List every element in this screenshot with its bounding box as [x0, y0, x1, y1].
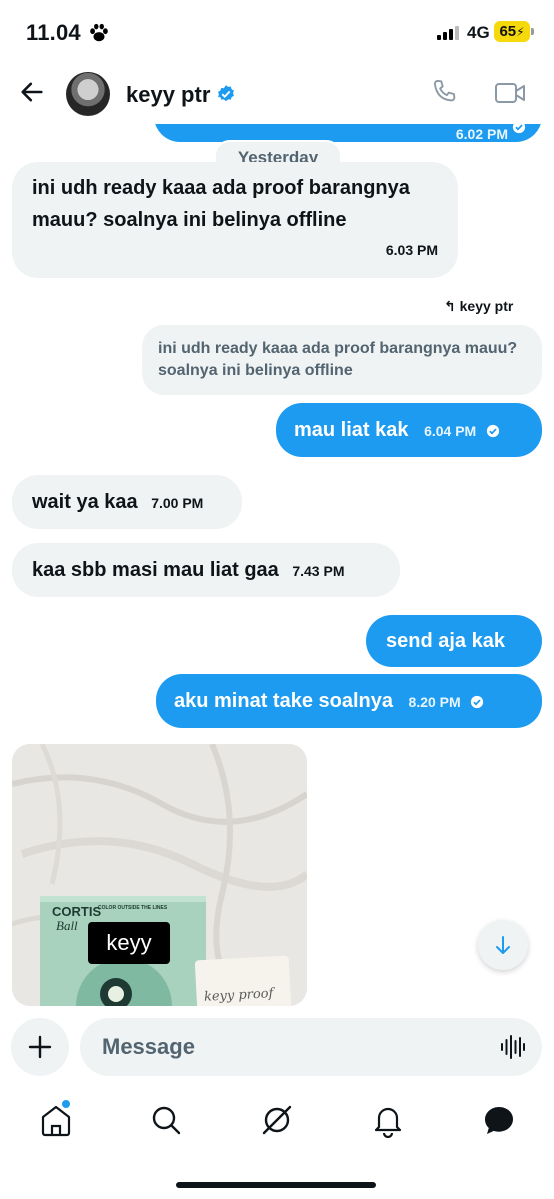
box-subtitle: Ball [56, 918, 78, 933]
message-bubble-incoming[interactable]: wait ya kaa 7.00 PM [12, 475, 242, 529]
reply-to-name: keyy ptr [459, 298, 514, 314]
message-text: send aja kak [386, 630, 505, 652]
verified-badge-icon [218, 85, 234, 102]
message-bubble-outgoing[interactable]: mau liat kak 6.04 PM [276, 403, 542, 457]
charging-icon: ⚡ [516, 25, 525, 39]
phone-icon[interactable] [430, 78, 458, 106]
arrow-down-icon [496, 936, 510, 954]
notification-dot [62, 1100, 70, 1108]
signal-icon [437, 26, 459, 40]
network-type: 4G [467, 23, 490, 42]
message-time: 8.20 PM [408, 694, 461, 710]
scroll-to-bottom-button[interactable] [478, 920, 528, 970]
box-brand: CORTIS [52, 904, 102, 919]
message-text: aku minat take soalnya [174, 690, 393, 712]
message-time: 7.00 PM [151, 495, 204, 511]
battery-tip [531, 28, 534, 35]
add-attachment-button[interactable] [11, 1018, 69, 1076]
read-check-icon [486, 424, 499, 438]
image-message[interactable]: CORTIS COLOR OUTSIDE THE LINES Ball keyy… [12, 744, 307, 1006]
photo-cloth-background [12, 744, 307, 1006]
read-check-icon [471, 695, 484, 709]
plus-icon [28, 1035, 52, 1059]
message-time: 7.43 PM [292, 563, 345, 579]
message-text: wait ya kaa [32, 491, 138, 513]
message-bubble-incoming[interactable]: ini udh ready kaaa ada proof barangnya m… [12, 162, 458, 278]
contact-name[interactable]: keyy ptr [126, 82, 210, 108]
paw-icon [90, 23, 108, 42]
contact-avatar[interactable] [66, 72, 110, 116]
search-icon[interactable] [148, 1102, 184, 1138]
reply-to-label: ↰ keyy ptr [444, 298, 513, 315]
messages-icon[interactable] [481, 1102, 517, 1138]
video-icon[interactable] [494, 80, 526, 106]
message-time: 6.04 PM [424, 423, 477, 439]
message-bubble-outgoing[interactable]: aku minat take soalnya 8.20 PM [156, 674, 542, 728]
box-tagline: COLOR OUTSIDE THE LINES [98, 905, 168, 911]
battery-indicator: 65⚡ [494, 21, 530, 42]
message-time: 6.03 PM [385, 242, 438, 258]
back-arrow-icon[interactable] [18, 78, 46, 106]
bell-icon[interactable] [370, 1102, 406, 1138]
sticker-label: keyy [88, 922, 170, 964]
message-text: kaa sbb masi mau liat gaa [32, 559, 279, 581]
battery-level: 65 [499, 23, 517, 40]
message-bubble-incoming[interactable]: kaa sbb masi mau liat gaa 7.43 PM [12, 543, 400, 597]
voice-icon[interactable] [500, 1034, 526, 1060]
message-text: ini udh ready kaaa ada proof barangnya m… [32, 177, 410, 231]
home-indicator [176, 1182, 376, 1188]
status-time: 11.04 [26, 20, 81, 45]
reply-arrow-icon: ↰ [444, 298, 460, 314]
grok-icon[interactable] [259, 1102, 295, 1138]
message-input[interactable] [80, 1018, 542, 1076]
home-icon[interactable] [38, 1102, 74, 1138]
message-text: mau liat kak [294, 419, 409, 441]
message-bubble-outgoing[interactable]: send aja kak [366, 615, 542, 667]
quoted-message[interactable]: ini udh ready kaaa ada proof barangnya m… [142, 325, 542, 395]
